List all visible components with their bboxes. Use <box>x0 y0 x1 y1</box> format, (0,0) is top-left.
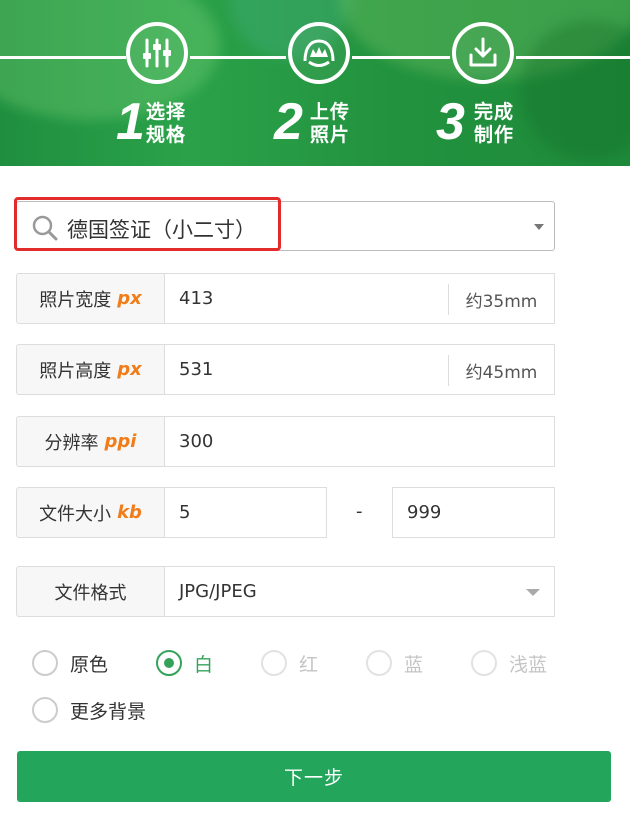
width-label: 照片宽度 px <box>16 273 165 324</box>
filesize-min-value: 5 <box>179 502 191 523</box>
step-3-label: 完成 制作 <box>474 101 515 146</box>
width-mm: 约35mm <box>448 284 554 315</box>
bg-radio-blue[interactable]: 蓝 <box>366 648 423 678</box>
step-3-number: 3 <box>436 93 465 151</box>
bg-radio-more[interactable]: 更多背景 <box>32 695 146 725</box>
filesize-label: 文件大小 kb <box>16 487 165 538</box>
search-highlight-box <box>14 197 281 251</box>
bg-radio-white[interactable]: 白 <box>156 648 213 678</box>
format-select[interactable]: JPG/JPEG <box>165 566 555 617</box>
next-step-button[interactable]: 下一步 <box>17 751 611 802</box>
filesize-row: 文件大小 kb 5 - 999 <box>16 487 555 538</box>
filesize-max-input[interactable]: 999 <box>392 487 555 538</box>
radio-circle[interactable] <box>261 650 287 676</box>
filesize-min-input[interactable]: 5 <box>165 487 327 538</box>
height-mm: 约45mm <box>448 355 554 386</box>
bg-radio-light-blue[interactable]: 浅蓝 <box>471 648 547 678</box>
format-value: JPG/JPEG <box>179 581 257 602</box>
step-3-circle <box>452 22 514 84</box>
step-1-number: 1 <box>116 93 145 151</box>
dpi-row: 分辨率 ppi 300 <box>16 416 555 467</box>
chevron-down-icon[interactable] <box>534 224 544 230</box>
step-2-circle <box>288 22 350 84</box>
filesize-max-value: 999 <box>407 502 442 523</box>
step-1-circle <box>126 22 188 84</box>
dpi-label: 分辨率 ppi <box>16 416 165 467</box>
format-label: 文件格式 <box>16 566 165 617</box>
range-separator: - <box>356 501 363 522</box>
width-input[interactable]: 413 约35mm <box>165 273 555 324</box>
radio-circle[interactable] <box>366 650 392 676</box>
format-row: 文件格式 JPG/JPEG <box>16 566 555 617</box>
radio-circle[interactable] <box>471 650 497 676</box>
bg-radio-red[interactable]: 红 <box>261 648 318 678</box>
sliders-icon <box>143 38 171 68</box>
width-row: 照片宽度 px 413 约35mm <box>16 273 555 324</box>
steps-banner: 1 选择 规格 2 上传 照片 3 完成 制作 <box>0 0 630 166</box>
chevron-down-icon <box>526 589 540 596</box>
height-input[interactable]: 531 约45mm <box>165 344 555 395</box>
width-value: 413 <box>179 288 214 309</box>
dpi-input[interactable]: 300 <box>165 416 555 467</box>
height-row: 照片高度 px 531 约45mm <box>16 344 555 395</box>
download-icon <box>469 37 497 67</box>
height-label: 照片高度 px <box>16 344 165 395</box>
radio-circle[interactable] <box>156 650 182 676</box>
radio-circle[interactable] <box>32 697 58 723</box>
step-1-label: 选择 规格 <box>146 101 187 146</box>
step-2-number: 2 <box>274 93 303 151</box>
bg-radio-original[interactable]: 原色 <box>32 648 108 678</box>
portrait-upload-icon <box>303 39 335 67</box>
dpi-value: 300 <box>179 431 214 452</box>
step-2-label: 上传 照片 <box>310 101 351 146</box>
height-value: 531 <box>179 359 214 380</box>
radio-circle[interactable] <box>32 650 58 676</box>
